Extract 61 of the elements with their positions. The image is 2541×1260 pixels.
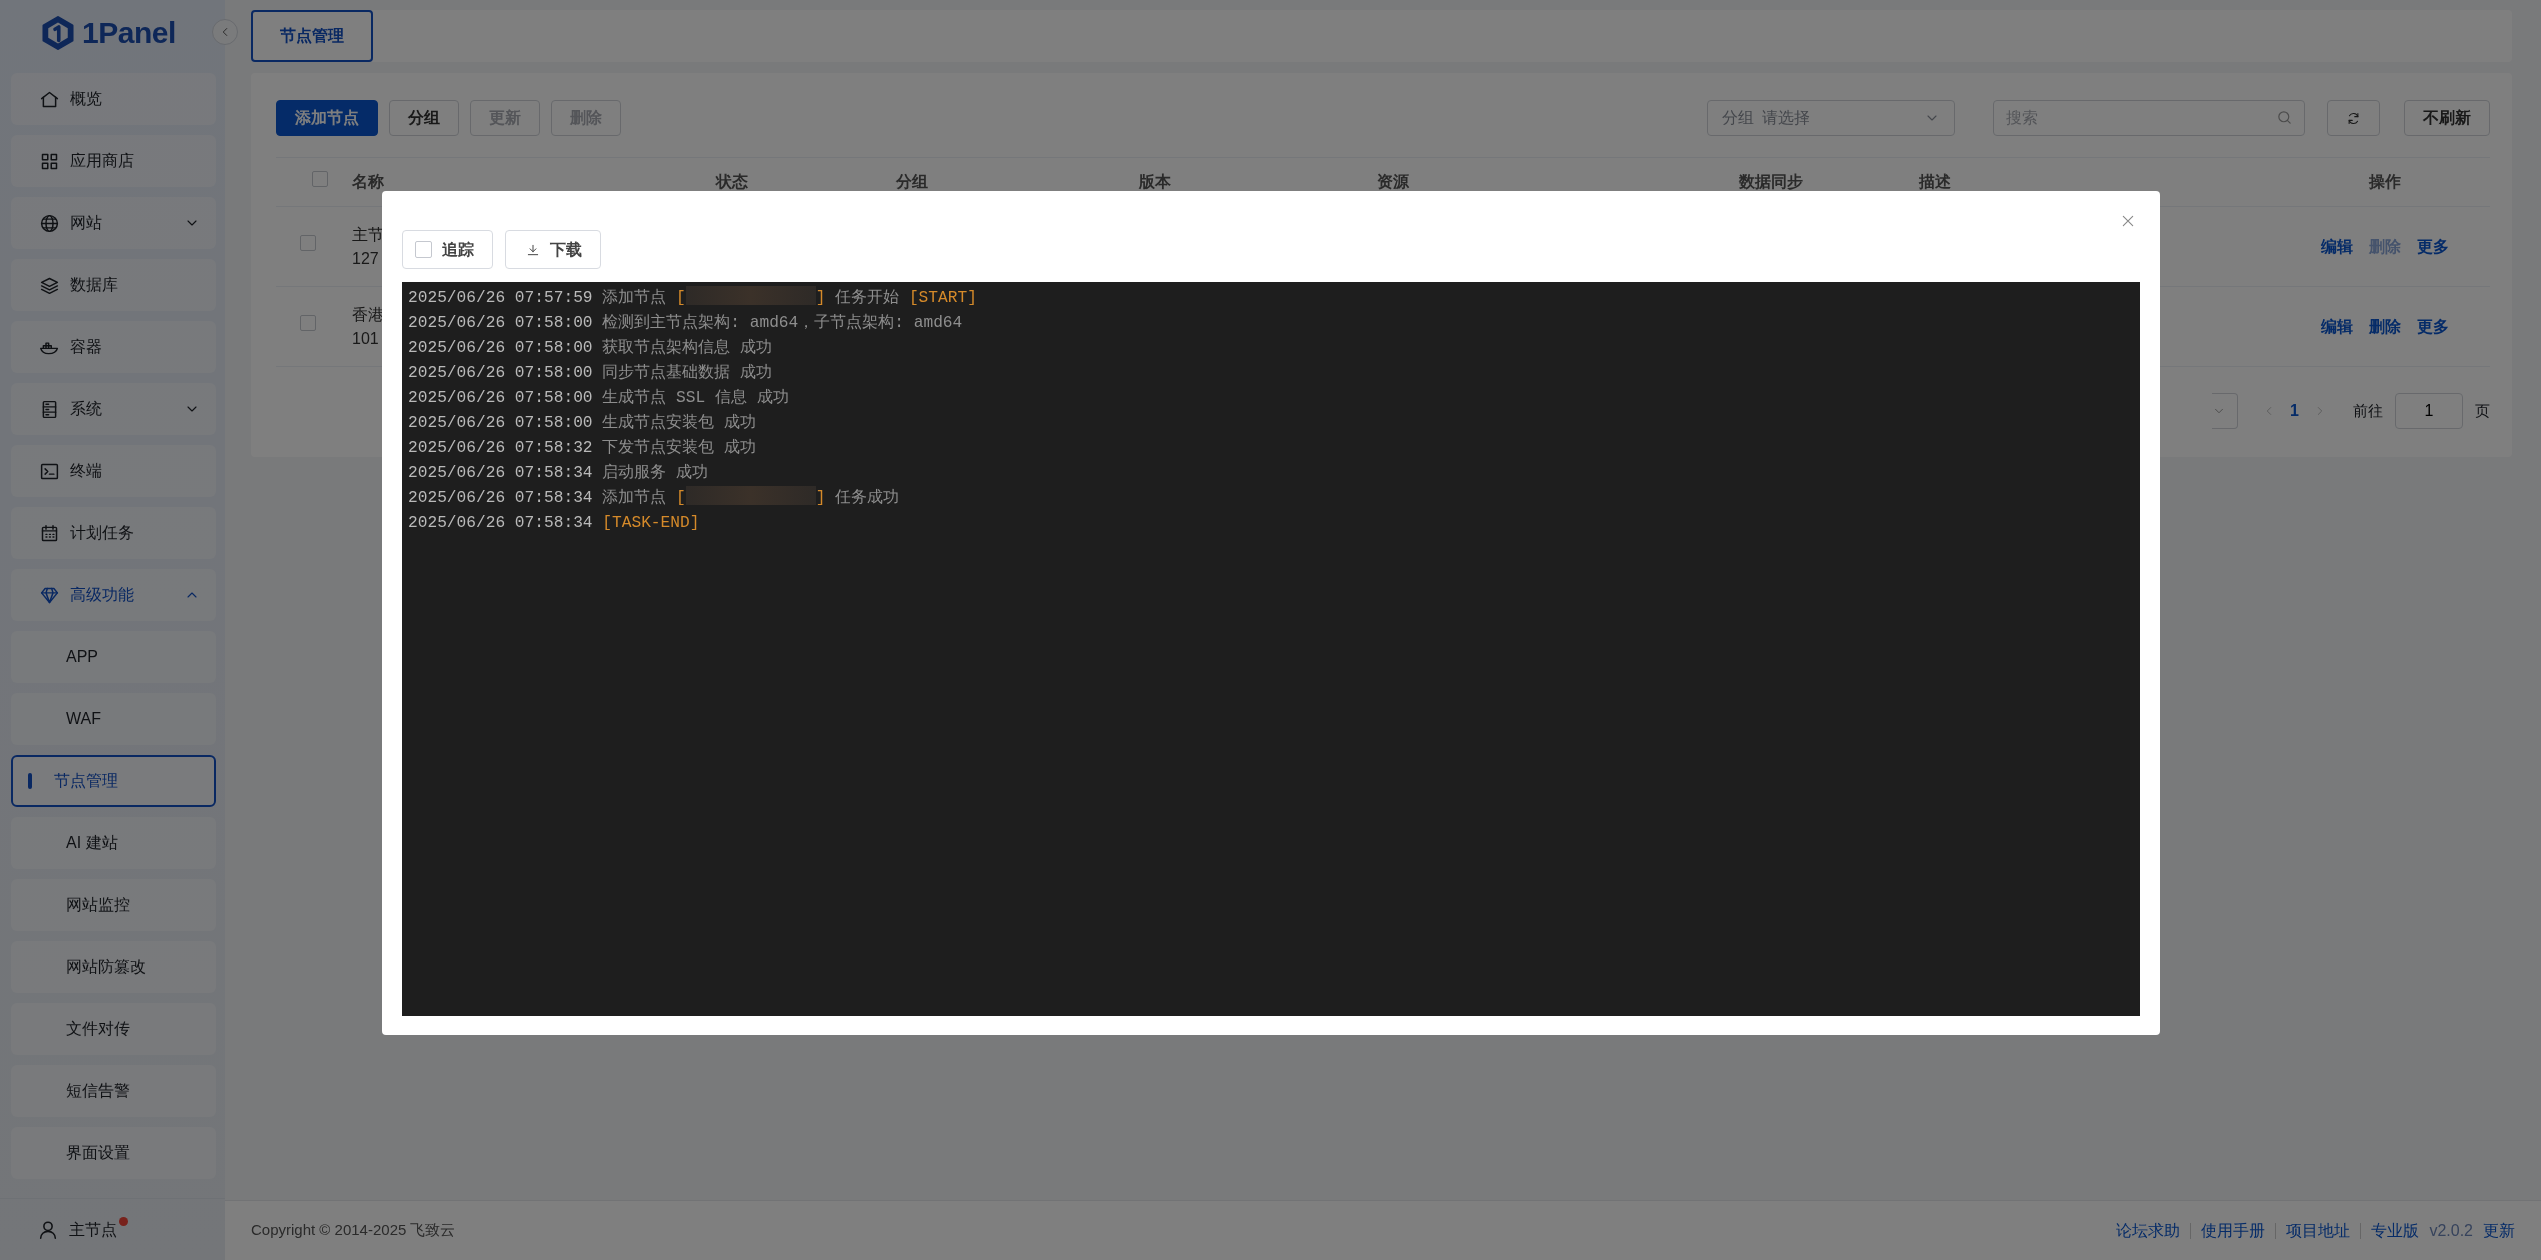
column-header: 操作 [2367, 172, 2402, 192]
select-placeholder: 请选择 [1762, 108, 1810, 128]
page-number[interactable]: 1 [2276, 399, 2313, 423]
log-line: 2025/06/26 07:58:00 生成节点安装包 成功 [408, 412, 757, 434]
footer-link[interactable]: 项目地址 [2286, 1218, 2351, 1243]
page-size-select[interactable] [2212, 393, 2239, 429]
globe-icon [39, 212, 60, 234]
log-line: 2025/06/26 07:57:59 添加节点 [ ] 任务开始 [START] [408, 286, 2134, 311]
tab[interactable]: 节点管理 [251, 10, 373, 62]
footer-link[interactable]: 使用手册 [2201, 1218, 2266, 1243]
footer-link[interactable]: 专业版 [2371, 1218, 2420, 1243]
column-header: 版本 [1138, 172, 1172, 192]
logo-icon [40, 14, 76, 51]
toolbar-button[interactable]: 分组 [389, 100, 459, 136]
version-text: v2.0.2 [2429, 1220, 2473, 1241]
footer-link[interactable]: 论坛求助 [2116, 1218, 2181, 1243]
column-header: 状态 [714, 172, 749, 192]
log-line: 2025/06/26 07:58:00 检测到主节点架构: amd64，子节点架构: amd64 [408, 312, 964, 334]
action-link[interactable]: 更多 [2409, 234, 2457, 259]
log-line: 2025/06/26 07:58:32 下发节点安装包 成功 [408, 437, 757, 459]
log-line: 2025/06/26 07:58:34 [TASK-END] [408, 513, 701, 534]
logo-text: 1Panel [82, 15, 176, 51]
log-line: 2025/06/26 07:58:00 同步节点基础数据 成功 [408, 362, 773, 384]
log-line: 2025/06/26 07:58:00 生成节点 SSL 信息 成功 [408, 387, 790, 409]
search-icon [2276, 109, 2293, 126]
update-link[interactable]: 更新 [2483, 1218, 2515, 1243]
download-button[interactable]: 下载 [505, 230, 601, 269]
node-name: 香港 [352, 305, 384, 323]
collapse-button[interactable] [212, 19, 238, 45]
column-header: 描述 [1917, 172, 1952, 192]
log-line: 2025/06/26 07:58:00 获取节点架构信息 成功 [408, 337, 773, 359]
calendar-icon [39, 522, 60, 544]
action-link[interactable]: 删除 [2361, 314, 2409, 339]
follow-checkbox[interactable]: 追踪 [402, 230, 493, 269]
goto-label: 前往 [2353, 400, 2383, 421]
node-name: 主节 [352, 225, 384, 243]
column-header: 资源 [1376, 172, 1410, 192]
node-address: 101 [352, 329, 379, 347]
action-link[interactable]: 更多 [2409, 314, 2457, 339]
row-checkbox[interactable] [300, 315, 316, 332]
user-name[interactable]: 主节点 [69, 1217, 117, 1242]
action-link[interactable]: 编辑 [2313, 234, 2361, 259]
refresh-mode-button[interactable]: 不刷新 [2404, 100, 2490, 136]
page-suffix: 页 [2475, 400, 2490, 421]
refresh-button[interactable] [2327, 100, 2380, 136]
download-icon [526, 242, 540, 257]
log-line: 2025/06/26 07:58:34 启动服务 成功 [408, 462, 709, 484]
column-header: 名称 [351, 172, 385, 192]
row-checkbox[interactable] [300, 235, 316, 252]
column-header: 数据同步 [1738, 172, 1804, 192]
copyright-text: Copyright © 2014-2025 飞致云 [251, 1220, 456, 1241]
toolbar-button[interactable]: 添加节点 [276, 100, 378, 136]
log-line: 2025/06/26 07:58:34 添加节点 [ ] 任务成功 [408, 486, 2134, 511]
group-select[interactable]: 分组 请选择 [1707, 100, 1955, 136]
page-input[interactable]: 1 [2395, 393, 2463, 429]
column-header: 分组 [895, 172, 929, 192]
node-address: 127 [352, 249, 379, 267]
select-label: 分组 [1722, 108, 1754, 128]
action-link[interactable]: 编辑 [2313, 314, 2361, 339]
refresh-icon [2346, 111, 2361, 127]
select-all-checkbox[interactable] [312, 171, 328, 187]
